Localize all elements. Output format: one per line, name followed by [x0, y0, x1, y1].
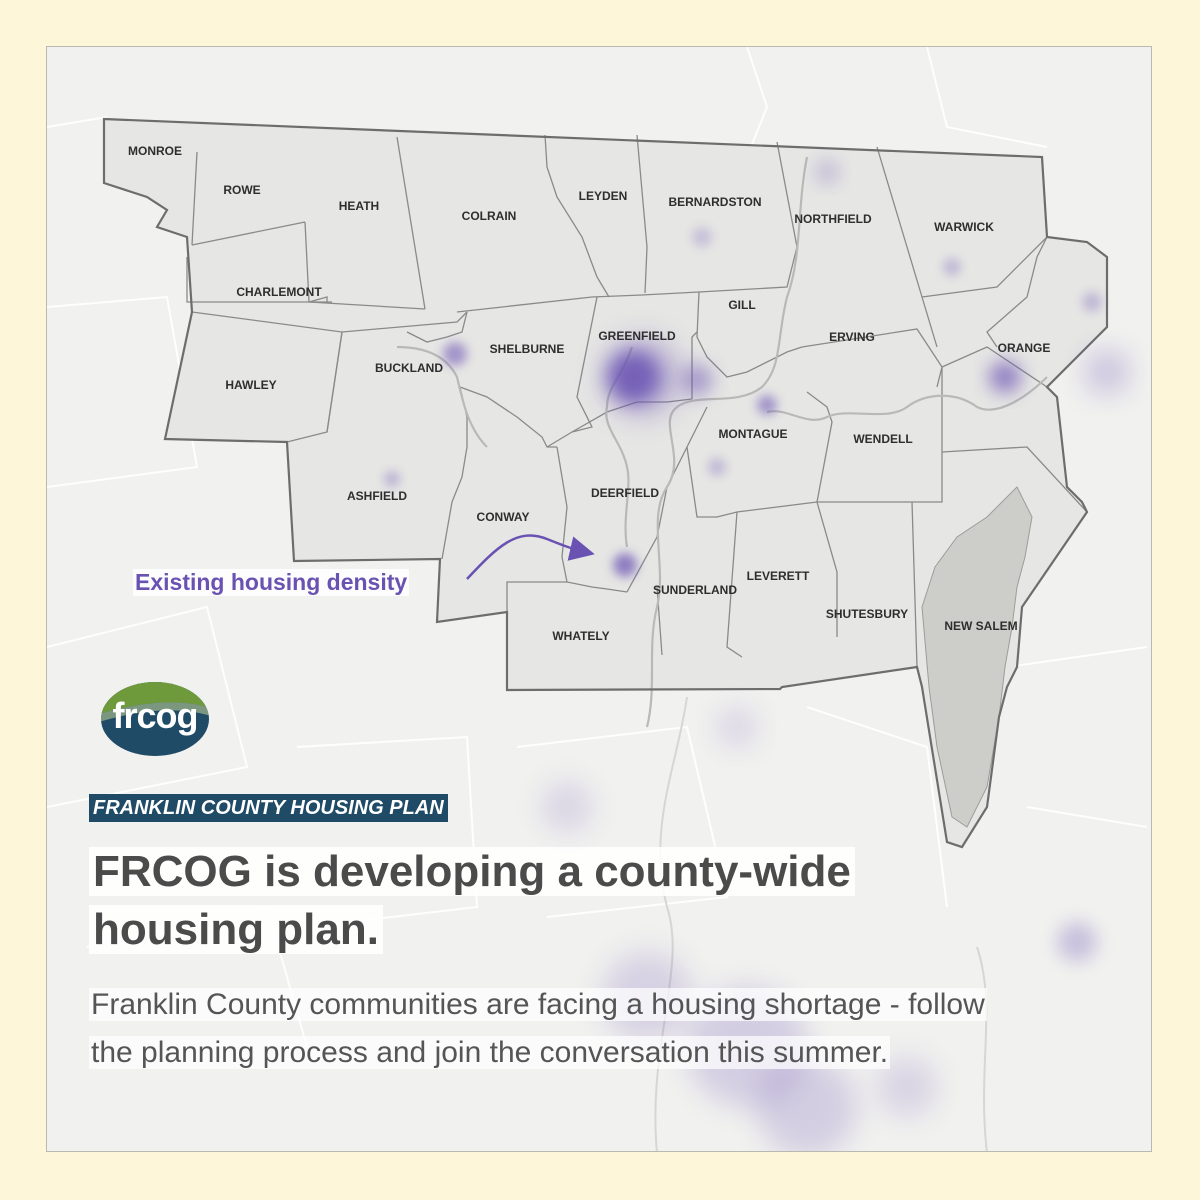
town-label-shelburne: SHELBURNE [490, 342, 565, 356]
town-label-colrain: COLRAIN [462, 209, 517, 223]
town-label-montague: MONTAGUE [718, 427, 787, 441]
headline-text: FRCOG is developing a county-wide housin… [89, 847, 855, 954]
town-label-gill: GILL [728, 298, 755, 312]
density-bernardston [692, 227, 712, 247]
town-label-orange: ORANGE [998, 341, 1051, 355]
density-montague [757, 395, 777, 415]
town-label-charlemont: CHARLEMONT [236, 285, 322, 299]
density-belchertown [1057, 922, 1097, 962]
map-frame: MONROE ROWE HEATH COLRAIN LEYDEN BERNARDSTON N… [46, 46, 1152, 1152]
town-label-new-salem: NEW SALEM [944, 619, 1017, 633]
headline: FRCOG is developing a county-wide housin… [89, 843, 969, 959]
town-label-rowe: ROWE [223, 183, 260, 197]
town-label-warwick: WARWICK [934, 220, 994, 234]
town-label-conway: CONWAY [477, 510, 530, 524]
density-warwick [943, 258, 961, 276]
town-label-wendell: WENDELL [853, 432, 912, 446]
town-label-ashfield: ASHFIELD [347, 489, 407, 503]
density-athol [1085, 350, 1129, 394]
town-label-erving: ERVING [829, 330, 875, 344]
town-label-deerfield: DEERFIELD [591, 486, 659, 500]
town-label-leyden: LEYDEN [579, 189, 628, 203]
town-label-northfield: NORTHFIELD [794, 212, 872, 226]
density-annotation: Existing housing density [133, 569, 410, 596]
town-label-leverett: LEVERETT [747, 569, 810, 583]
density-millers-falls [708, 458, 726, 476]
kicker-label: FRANKLIN COUNTY HOUSING PLAN [89, 794, 448, 822]
density-south-deerfield [613, 553, 637, 577]
town-label-whately: WHATELY [552, 629, 609, 643]
density-greenfield-halo [602, 337, 682, 417]
density-orange [989, 361, 1021, 393]
density-southwest [717, 707, 757, 747]
body-text-content: Franklin County communities are facing a… [89, 988, 987, 1069]
density-shelburne-falls [443, 342, 467, 366]
town-label-greenfield: GREENFIELD [598, 329, 676, 343]
town-label-hawley: HAWLEY [225, 378, 276, 392]
town-label-shutesbury: SHUTESBURY [826, 607, 908, 621]
density-northfield [815, 160, 839, 184]
logo-text: frcog [112, 695, 199, 736]
town-label-bernardston: BERNARDSTON [668, 195, 761, 209]
density-ashfield [384, 471, 400, 487]
town-label-sunderland: SUNDERLAND [653, 583, 737, 597]
town-label-monroe: MONROE [128, 144, 182, 158]
town-label-heath: HEATH [339, 199, 379, 213]
town-label-buckland: BUCKLAND [375, 361, 443, 375]
density-royalston [1082, 292, 1102, 312]
density-easthampton [542, 782, 592, 832]
density-turners-falls [681, 364, 713, 396]
body-text: Franklin County communities are facing a… [89, 981, 989, 1077]
